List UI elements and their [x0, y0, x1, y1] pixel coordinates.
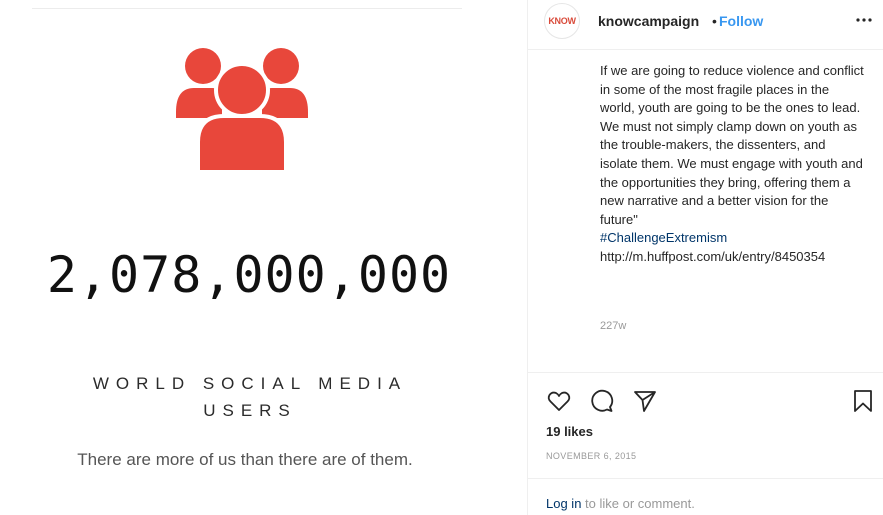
like-heart-icon[interactable] [546, 388, 572, 414]
divider [528, 478, 883, 479]
separator-dot: • [712, 13, 717, 29]
headline-line-2: USERS [203, 401, 297, 420]
people-group-icon [176, 48, 308, 172]
headline-line-1: WORLD SOCIAL MEDIA [92, 374, 408, 393]
image-top-border [32, 8, 462, 9]
likes-count[interactable]: 19 likes [546, 424, 593, 439]
login-link[interactable]: Log in [546, 496, 581, 511]
more-options-icon[interactable] [854, 12, 874, 28]
share-send-icon[interactable] [632, 388, 658, 414]
comment-icon[interactable] [588, 388, 614, 414]
post-caption: If we are going to reduce violence and c… [600, 62, 866, 267]
avatar[interactable]: KNOW [544, 3, 580, 39]
bookmark-icon[interactable] [850, 388, 876, 414]
divider [528, 372, 883, 373]
user-count: 2,078,000,000 [46, 246, 452, 304]
headline: WORLD SOCIAL MEDIA USERS [40, 370, 460, 424]
post-image: 2,078,000,000 WORLD SOCIAL MEDIA USERS T… [0, 0, 498, 515]
login-prompt-text: to like or comment. [581, 496, 695, 511]
time-ago[interactable]: 227w [600, 320, 626, 332]
login-prompt: Log in to like or comment. [546, 496, 695, 511]
post-sidebar: KNOW knowcampaign • Follow If we are goi… [527, 0, 883, 515]
post-date: NOVEMBER 6, 2015 [546, 451, 637, 461]
username-link[interactable]: knowcampaign [598, 13, 699, 29]
hashtag-link[interactable]: #ChallengeExtremism [600, 229, 866, 248]
tagline: There are more of us than there are of t… [77, 450, 413, 469]
caption-text: If we are going to reduce violence and c… [600, 63, 864, 227]
caption-url: http://m.huffpost.com/uk/entry/8450354 [600, 248, 826, 264]
post-header: KNOW knowcampaign • Follow [528, 0, 883, 50]
follow-button[interactable]: Follow [719, 13, 763, 29]
